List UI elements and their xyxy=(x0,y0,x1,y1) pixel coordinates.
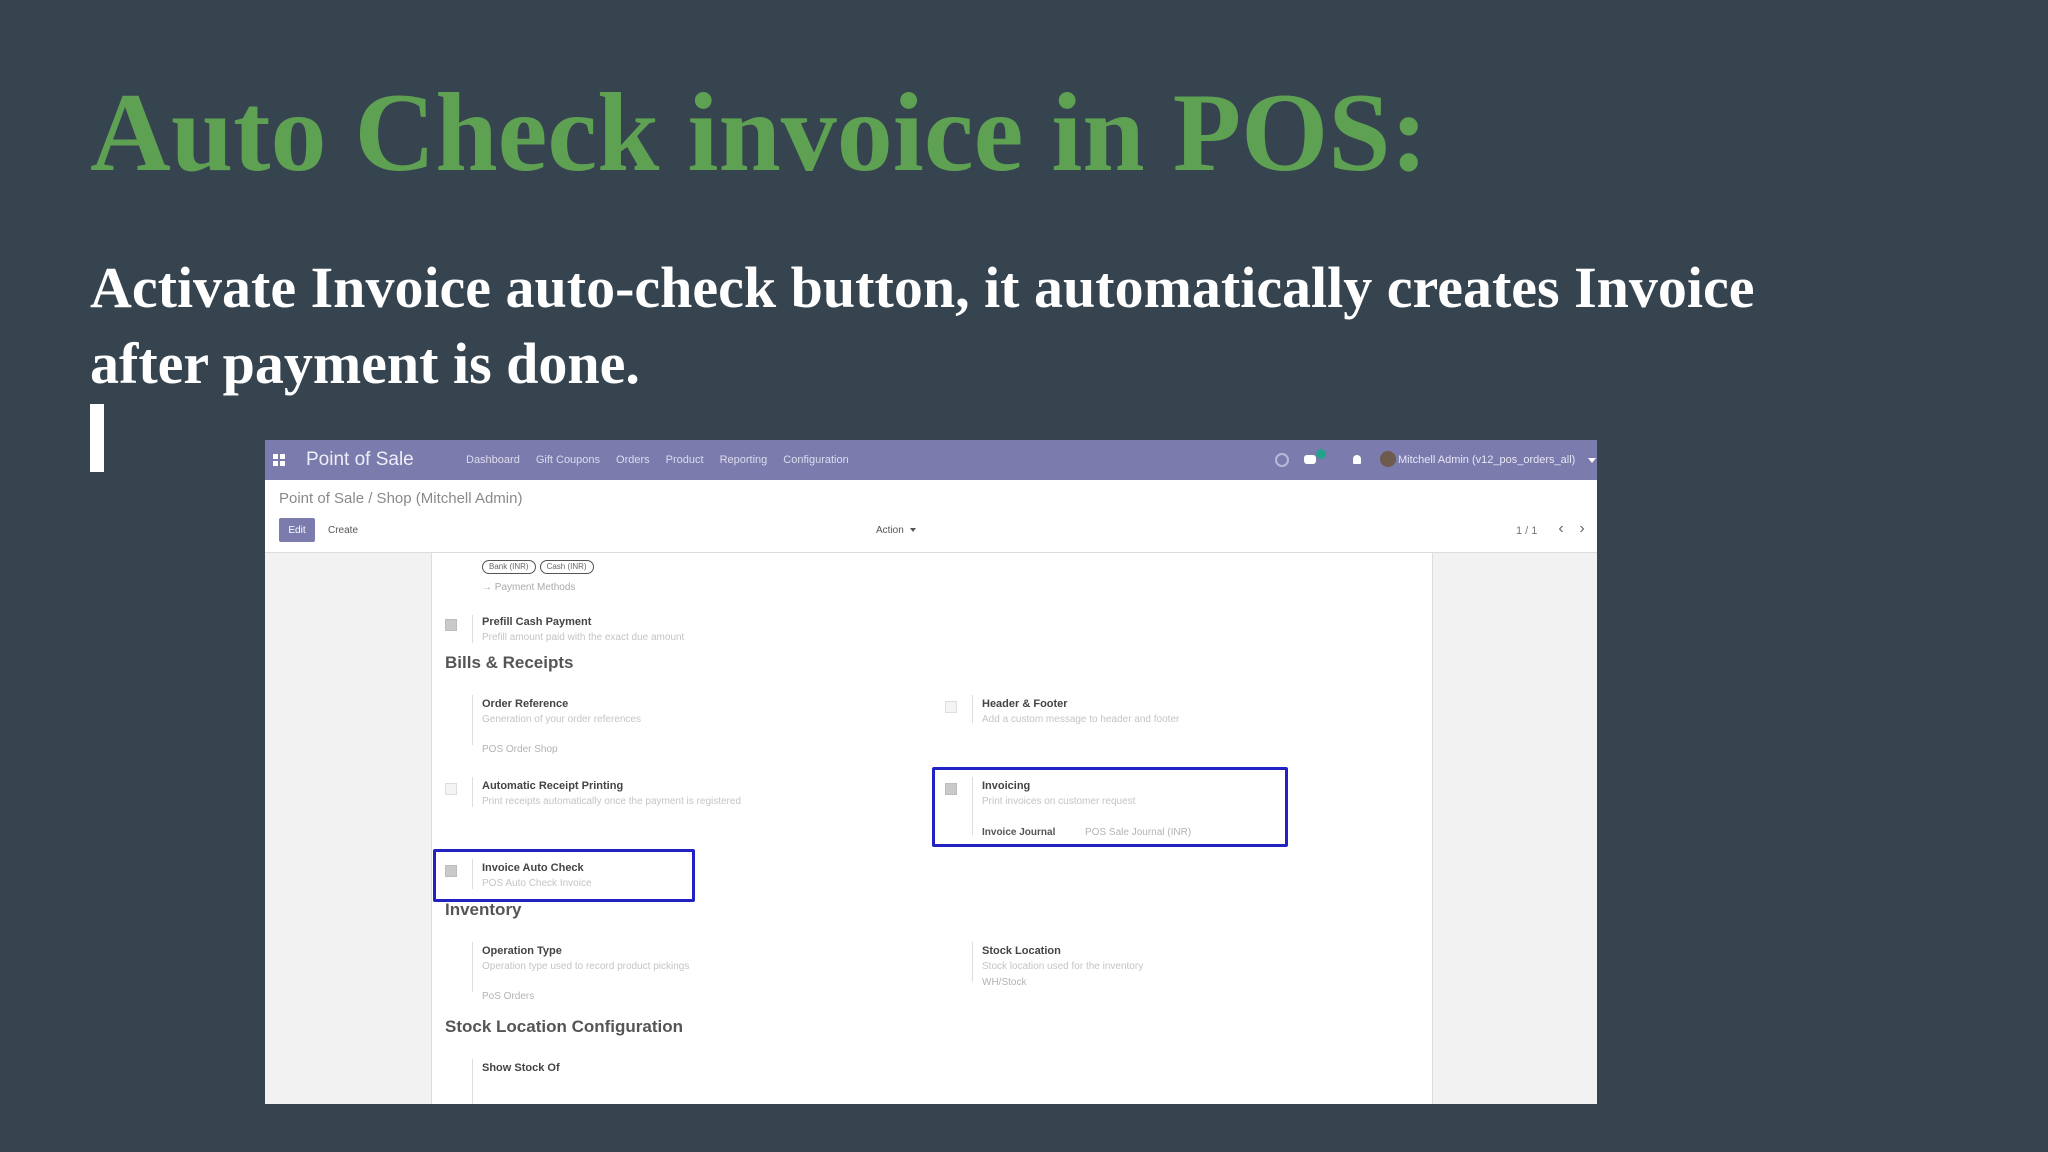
slide-subtitle: Activate Invoice auto-check button, it a… xyxy=(90,255,1755,396)
top-navbar: Point of Sale Dashboard Gift Coupons Ord… xyxy=(265,440,1597,480)
form-sheet: Bank (INR) Cash (INR) → Payment Methods … xyxy=(431,553,1433,1104)
payment-method-tags: Bank (INR) Cash (INR) xyxy=(482,560,594,574)
operation-type-value[interactable]: PoS Orders xyxy=(482,991,534,1003)
menu-item-gift-coupons[interactable]: Gift Coupons xyxy=(536,453,600,467)
inventory-heading: Inventory xyxy=(445,900,522,919)
apps-menu-icon[interactable] xyxy=(273,454,285,466)
menu-item-orders[interactable]: Orders xyxy=(616,453,650,467)
prefill-cash-desc: Prefill amount paid with the exact due a… xyxy=(482,632,685,643)
stock-location-value[interactable]: WH/Stock xyxy=(982,977,1026,989)
divider xyxy=(472,942,473,992)
bell-icon[interactable] xyxy=(1350,453,1364,467)
show-stock-label: Show Stock Of xyxy=(482,1062,560,1074)
payment-methods-label: Payment Methods xyxy=(494,582,576,593)
control-panel: Point of Sale / Shop (Mitchell Admin) Ed… xyxy=(265,480,1597,553)
chevron-right-icon[interactable]: › xyxy=(1573,521,1591,538)
user-avatar[interactable] xyxy=(1380,451,1396,467)
divider xyxy=(472,777,473,807)
prefill-cash-label: Prefill Cash Payment xyxy=(482,616,592,628)
tag-cash[interactable]: Cash (INR) xyxy=(539,560,594,574)
pager-value: 1 / 1 xyxy=(1516,525,1538,537)
invoicing-highlight-box xyxy=(932,767,1288,847)
caret-down-icon xyxy=(909,527,916,532)
slide-title: Auto Check invoice in POS: xyxy=(90,71,1428,195)
action-label: Action xyxy=(876,524,904,536)
header-footer-checkbox[interactable] xyxy=(945,701,957,713)
header-footer-desc: Add a custom message to header and foote… xyxy=(982,714,1180,725)
menu-item-configuration[interactable]: Configuration xyxy=(783,453,848,467)
auto-receipt-label: Automatic Receipt Printing xyxy=(482,780,624,792)
tag-bank[interactable]: Bank (INR) xyxy=(482,560,536,574)
payment-methods-link[interactable]: → Payment Methods xyxy=(482,582,575,594)
main-menu: Dashboard Gift Coupons Orders Product Re… xyxy=(466,453,849,467)
menu-item-dashboard[interactable]: Dashboard xyxy=(466,453,520,467)
prefill-cash-checkbox[interactable] xyxy=(445,619,457,631)
app-name[interactable]: Point of Sale xyxy=(306,448,414,472)
divider xyxy=(972,942,973,982)
order-reference-value: POS Order Shop xyxy=(482,744,558,755)
text-cursor-bar xyxy=(90,404,104,472)
header-footer-label: Header & Footer xyxy=(982,698,1068,710)
menu-item-reporting[interactable]: Reporting xyxy=(720,453,768,467)
bills-receipts-heading: Bills & Receipts xyxy=(445,653,574,672)
activity-clock-icon[interactable] xyxy=(1275,453,1289,467)
divider xyxy=(472,1059,473,1104)
edit-button[interactable]: Edit xyxy=(279,518,315,542)
action-dropdown[interactable]: Action xyxy=(866,518,926,542)
divider xyxy=(972,695,973,723)
stock-location-label: Stock Location xyxy=(982,945,1061,957)
stock-location-config-heading: Stock Location Configuration xyxy=(445,1017,683,1036)
pos-config-screenshot: Point of Sale Dashboard Gift Coupons Ord… xyxy=(265,440,1597,1104)
user-menu-caret-icon[interactable] xyxy=(1588,458,1596,463)
operation-type-desc: Operation type used to record product pi… xyxy=(482,961,690,972)
chevron-left-icon[interactable]: ‹ xyxy=(1552,521,1570,538)
create-button[interactable]: Create xyxy=(319,518,367,542)
divider xyxy=(472,695,473,745)
user-name[interactable]: Mitchell Admin (v12_pos_orders_all) xyxy=(1398,453,1575,467)
operation-type-label: Operation Type xyxy=(482,945,562,957)
chat-badge xyxy=(1316,449,1326,459)
order-reference-label: Order Reference xyxy=(482,698,569,710)
menu-item-product[interactable]: Product xyxy=(666,453,704,467)
auto-receipt-checkbox[interactable] xyxy=(445,783,457,795)
stock-location-desc: Stock location used for the inventory xyxy=(982,961,1144,972)
auto-receipt-desc: Print receipts automatically once the pa… xyxy=(482,796,742,807)
order-reference-desc: Generation of your order references xyxy=(482,714,641,725)
divider xyxy=(472,615,473,643)
breadcrumb[interactable]: Point of Sale / Shop (Mitchell Admin) xyxy=(279,490,522,508)
invoice-auto-check-highlight-box xyxy=(433,849,695,902)
